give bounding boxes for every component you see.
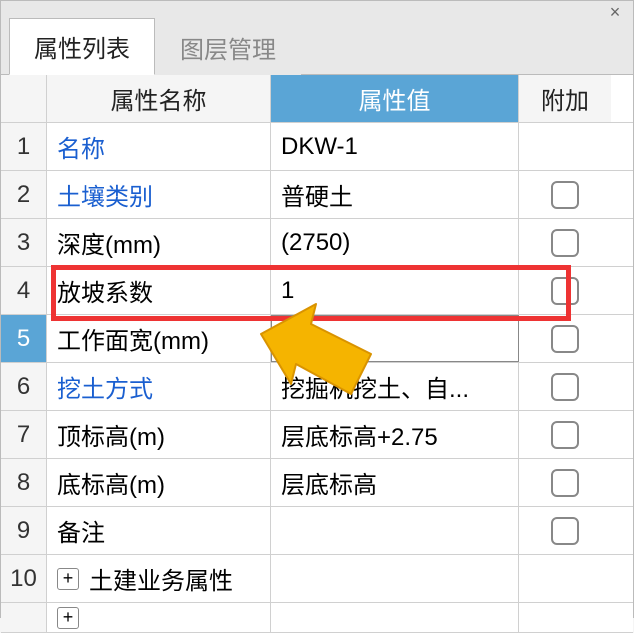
property-name-cell[interactable]: 顶标高(m) [47, 411, 271, 458]
table-row: 1 名称 DKW-1 [1, 123, 633, 171]
property-name-cell[interactable]: 挖土方式 [47, 363, 271, 410]
header-ext: 附加 [519, 75, 611, 122]
property-name-cell[interactable]: 深度(mm) [47, 219, 271, 266]
property-value-cell[interactable] [271, 555, 519, 602]
row-number: 10 [1, 555, 47, 602]
property-value-cell[interactable]: 普硬土 [271, 171, 519, 218]
extra-cell [519, 267, 611, 314]
property-name: 名称 [57, 129, 105, 164]
property-name-cell[interactable]: 名称 [47, 123, 271, 170]
extra-cell [519, 507, 611, 554]
extra-checkbox[interactable] [551, 277, 579, 305]
table-row: 10 + 土建业务属性 [1, 555, 633, 603]
extra-checkbox[interactable] [551, 469, 579, 497]
row-number: 2 [1, 171, 47, 218]
row-number: 7 [1, 411, 47, 458]
property-name-cell[interactable]: 土壤类别 [47, 171, 271, 218]
row-number: 9 [1, 507, 47, 554]
extra-cell [519, 363, 611, 410]
property-name: 底标高(m) [57, 465, 165, 500]
extra-cell [519, 219, 611, 266]
table-row: 6 挖土方式 挖掘机挖土、自... [1, 363, 633, 411]
property-value-cell[interactable] [271, 315, 519, 362]
header-row: 属性名称 属性值 附加 [1, 75, 633, 123]
row-number: 6 [1, 363, 47, 410]
extra-cell [519, 171, 611, 218]
extra-checkbox[interactable] [551, 421, 579, 449]
extra-cell [519, 411, 611, 458]
property-name-cell[interactable]: 工作面宽(mm) [47, 315, 271, 362]
table-row: 7 顶标高(m) 层底标高+2.75 [1, 411, 633, 459]
property-name: 放坡系数 [57, 273, 153, 308]
header-rownum [1, 75, 47, 122]
table-row: 4 放坡系数 1 [1, 267, 633, 315]
extra-checkbox[interactable] [551, 517, 579, 545]
property-name: 土壤类别 [57, 177, 153, 212]
table-row: 5 工作面宽(mm) [1, 315, 633, 363]
property-value-cell[interactable]: (2750) [271, 219, 519, 266]
property-name: 工作面宽(mm) [57, 321, 209, 356]
property-value-cell[interactable] [271, 507, 519, 554]
header-value: 属性值 [271, 75, 519, 122]
property-grid: 属性名称 属性值 附加 1 名称 DKW-1 2 土壤类别 普硬土 3 深度(mm) (2750… [1, 75, 633, 633]
extra-cell [519, 123, 611, 170]
row-number: 3 [1, 219, 47, 266]
extra-checkbox[interactable] [551, 181, 579, 209]
extra-cell [519, 459, 611, 506]
header-name: 属性名称 [47, 75, 271, 122]
tab-bar: 属性列表 图层管理 [1, 27, 633, 75]
table-row: 3 深度(mm) (2750) [1, 219, 633, 267]
property-name-cell[interactable]: 备注 [47, 507, 271, 554]
property-name: 备注 [57, 513, 105, 548]
close-icon[interactable]: × [605, 1, 625, 23]
extra-checkbox[interactable] [551, 325, 579, 353]
tab-properties[interactable]: 属性列表 [9, 18, 155, 75]
table-row: 8 底标高(m) 层底标高 [1, 459, 633, 507]
row-number: 1 [1, 123, 47, 170]
property-value-cell[interactable]: 层底标高+2.75 [271, 411, 519, 458]
property-name-cell[interactable]: + 土建业务属性 [47, 555, 271, 602]
expand-icon[interactable]: + [57, 568, 79, 590]
table-row: 2 土壤类别 普硬土 [1, 171, 633, 219]
property-value-cell[interactable]: 挖掘机挖土、自... [271, 363, 519, 410]
tab-layers[interactable]: 图层管理 [155, 19, 301, 75]
table-row: + [1, 603, 633, 633]
row-number: 8 [1, 459, 47, 506]
row-number: 5 [1, 315, 47, 362]
extra-cell [519, 315, 611, 362]
property-name: 顶标高(m) [57, 417, 165, 452]
table-row: 9 备注 [1, 507, 633, 555]
property-name-cell[interactable]: 底标高(m) [47, 459, 271, 506]
extra-checkbox[interactable] [551, 373, 579, 401]
property-value-cell[interactable]: 层底标高 [271, 459, 519, 506]
property-name: 挖土方式 [57, 369, 153, 404]
property-name-cell[interactable]: 放坡系数 [47, 267, 271, 314]
property-name: 土建业务属性 [89, 561, 233, 596]
properties-panel: × 属性列表 图层管理 属性名称 属性值 附加 1 名称 DKW-1 2 土壤类别 普硬土… [0, 0, 634, 618]
property-value-cell[interactable]: 1 [271, 267, 519, 314]
extra-checkbox[interactable] [551, 229, 579, 257]
extra-cell [519, 555, 611, 602]
property-value-cell[interactable]: DKW-1 [271, 123, 519, 170]
row-number: 4 [1, 267, 47, 314]
property-name: 深度(mm) [57, 225, 161, 260]
